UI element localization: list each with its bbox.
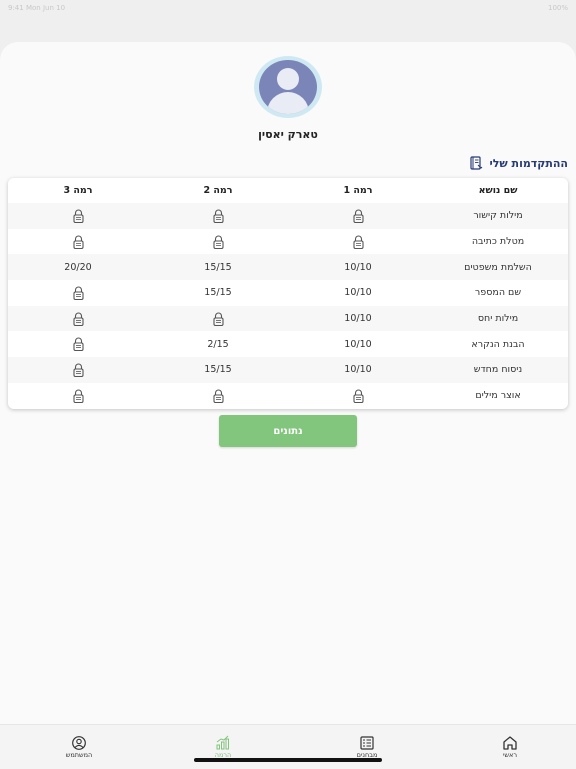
lock-icon: [72, 337, 84, 352]
topic-name-cell: ניסוח מחדש: [428, 357, 568, 383]
data-button[interactable]: נתונים: [219, 415, 357, 447]
lock-icon: [212, 312, 224, 326]
table-row[interactable]: השלמת משפטים 10/10 15/15 20/20: [8, 254, 568, 281]
lock-icon: [72, 312, 84, 326]
topic-name-cell: הבנת הנקרא: [471, 338, 525, 350]
lock-icon: [212, 389, 224, 403]
home-icon: [503, 736, 517, 750]
level-cell: [148, 383, 288, 409]
chart-icon: [216, 735, 229, 750]
topic-name-cell: אוצר מילים: [475, 390, 521, 402]
level-cell: 10/10: [288, 254, 428, 281]
table-row[interactable]: אוצר מילים: [8, 383, 568, 409]
status-time: 9:41 Mon Jun 10: [8, 4, 66, 12]
level-cell: [8, 331, 148, 357]
table-row[interactable]: שם המספר 10/10 15/15: [8, 280, 568, 306]
status-bar: 9:41 Mon Jun 10 100%: [0, 0, 576, 18]
level-cell: 10/10: [344, 287, 372, 299]
level-cell: 15/15: [148, 254, 288, 281]
table-row[interactable]: הבנת הנקרא 10/10 2/15: [8, 331, 568, 357]
avatar-placeholder-icon: [259, 60, 317, 114]
level-cell: [288, 383, 428, 409]
level-cell: [148, 229, 288, 255]
level-cell: [148, 203, 288, 229]
nav-exams[interactable]: מבחנים: [337, 735, 397, 759]
table-row[interactable]: מטלת כתיבה: [8, 229, 568, 255]
level-cell: [288, 229, 428, 255]
level-cell: [8, 305, 148, 332]
nav-home-label: ראשי: [502, 751, 518, 759]
table-row[interactable]: ניסוח מחדש 10/10 15/15: [8, 357, 568, 383]
progress-table: שם נושא רמה 1 רמה 2 רמה 3 מילות קישור מטלת כ…: [8, 178, 568, 409]
level-cell: 15/15: [204, 287, 232, 299]
lock-icon: [72, 235, 84, 249]
level-cell: 10/10: [344, 338, 372, 350]
level-cell: [8, 280, 148, 306]
lock-icon: [72, 389, 84, 403]
progress-table-card: שם נושא רמה 1 רמה 2 רמה 3 מילות קישור מטלת כ…: [8, 178, 568, 409]
topic-name-cell: השלמת משפטים: [428, 254, 568, 281]
nav-home[interactable]: ראשי: [480, 735, 540, 759]
topic-name-cell: מטלת כתיבה: [471, 236, 525, 248]
table-header-cell: רמה 3: [63, 185, 93, 196]
user-icon: [72, 736, 86, 750]
topic-name-cell: מילות יחס: [428, 305, 568, 332]
topic-name-cell: שם המספר: [474, 287, 522, 299]
lock-icon: [212, 235, 224, 249]
user-name: טארק יאסין: [258, 128, 318, 141]
level-cell: [288, 203, 428, 229]
exam-list-icon: [360, 736, 374, 750]
lock-icon: [72, 209, 84, 223]
lock-icon: [352, 235, 364, 249]
level-cell: [8, 229, 148, 255]
table-header-cell: שם נושא: [478, 185, 518, 196]
progress-header: ההתקדמות שלי: [469, 156, 568, 170]
lock-icon: [212, 209, 224, 223]
bottom-nav: ראשי מבחנים הרמה המשתמש: [0, 724, 576, 769]
nav-user-label: המשתמש: [65, 751, 93, 759]
lock-icon: [72, 286, 84, 300]
level-cell: 15/15: [148, 357, 288, 383]
status-battery: 100%: [547, 4, 568, 12]
topic-name-cell: מילות קישור: [428, 203, 568, 229]
home-indicator: [194, 758, 382, 762]
table-header-cell: רמה 1: [343, 185, 373, 196]
level-cell: 2/15: [207, 338, 229, 350]
lock-icon: [352, 209, 364, 223]
level-cell: [8, 357, 148, 383]
level-cell: 10/10: [288, 357, 428, 383]
table-header-row: שם נושא רמה 1 רמה 2 רמה 3: [8, 178, 568, 203]
table-row[interactable]: מילות יחס 10/10: [8, 305, 568, 332]
lock-icon: [72, 363, 84, 377]
level-cell: [148, 305, 288, 332]
lock-icon: [352, 389, 364, 403]
nav-progress[interactable]: הרמה: [193, 735, 253, 759]
level-cell: 10/10: [288, 305, 428, 332]
level-cell: 20/20: [8, 254, 148, 281]
table-header-cell: רמה 2: [203, 185, 233, 196]
nav-user[interactable]: המשתמש: [49, 735, 109, 759]
progress-title: ההתקדמות שלי: [489, 156, 568, 170]
level-cell: [8, 383, 148, 409]
avatar[interactable]: [254, 56, 322, 118]
progress-book-icon: [469, 156, 483, 170]
table-row[interactable]: מילות קישור: [8, 203, 568, 229]
level-cell: [8, 203, 148, 229]
